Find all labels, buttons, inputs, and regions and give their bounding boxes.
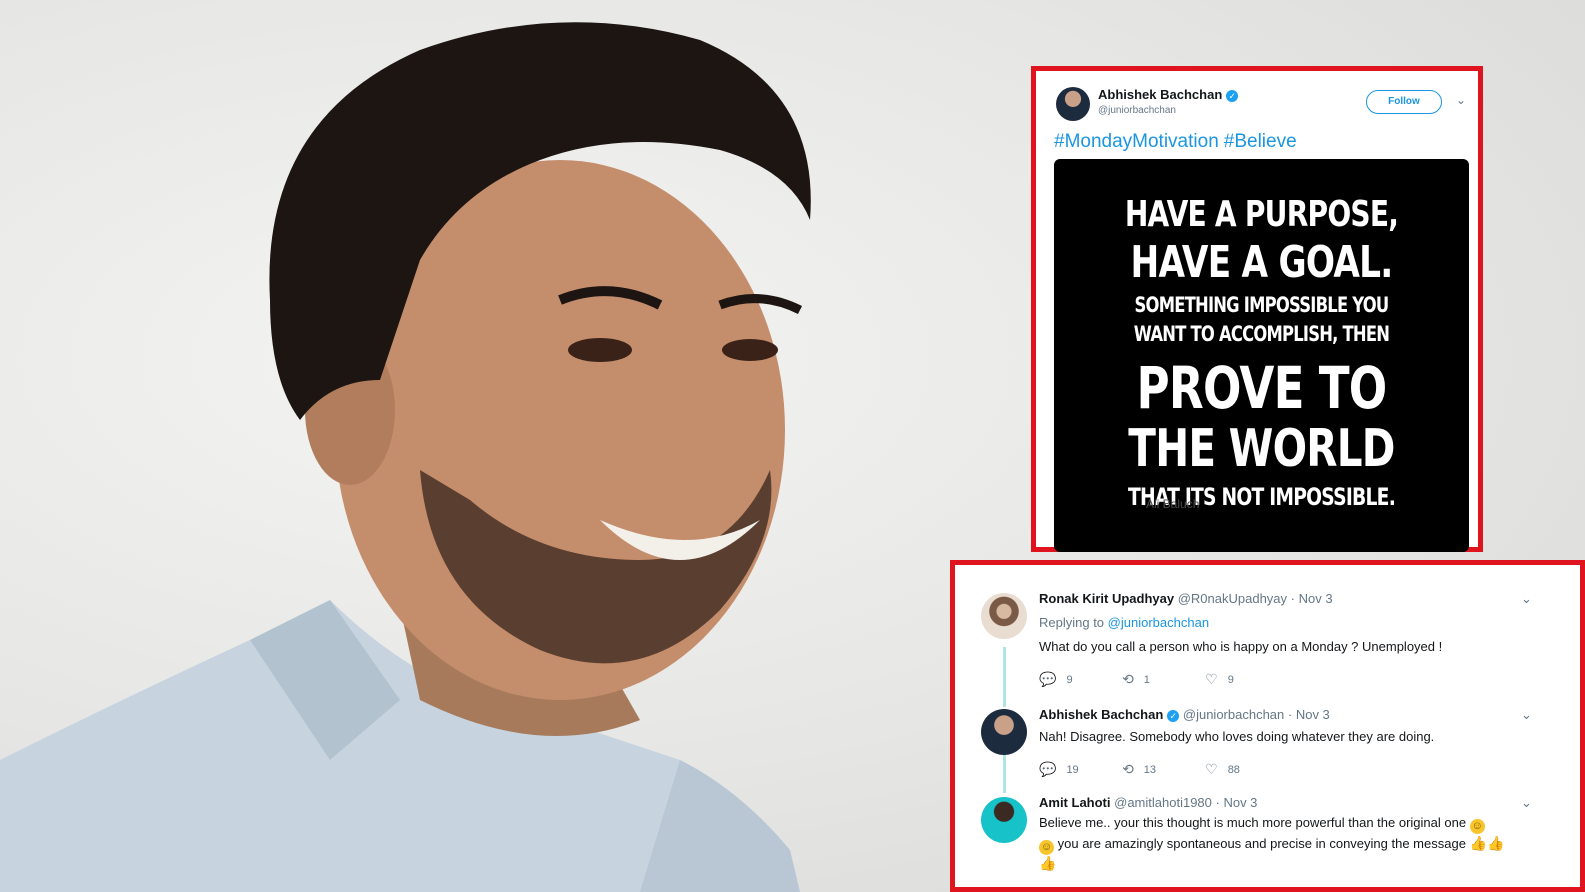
reply-date[interactable]: · Nov 3 [1288, 707, 1330, 722]
thread-line [1003, 755, 1006, 793]
retweet-count: 1 [1143, 674, 1150, 686]
reply-action[interactable]: 💬 9 [1039, 671, 1119, 688]
reply-count: 9 [1066, 674, 1073, 686]
reply-author-name[interactable]: Ronak Kirit Upadhyay [1039, 591, 1174, 606]
heart-icon: ♡ [1205, 761, 1218, 777]
quote-text: HAVE A PURPOSE, HAVE A GOAL. SOMETHING I… [1100, 194, 1424, 510]
follow-button[interactable]: Follow [1366, 90, 1442, 114]
reply-text-line: Believe me.. your this thought is much m… [1039, 815, 1485, 834]
retweet-count: 13 [1143, 764, 1157, 776]
quote-line: SOMETHING IMPOSSIBLE YOU [1134, 293, 1390, 317]
quote-line: WANT TO ACCOMPLISH, THEN [1133, 322, 1390, 346]
smile-emoji-icon: ☺ [1469, 819, 1485, 834]
tweet-card: Abhishek Bachchan ✓ @juniorbachchan Follo… [1031, 66, 1483, 552]
reply-actions: 💬 9 ⟲ 1 ♡ 9 [1039, 671, 1285, 688]
author-handle[interactable]: @juniorbachchan [1098, 105, 1176, 116]
retweet-action[interactable]: ⟲ 13 [1122, 761, 1202, 778]
reply-actions: 💬 19 ⟲ 13 ♡ 88 [1039, 761, 1285, 778]
like-action[interactable]: ♡ 9 [1205, 671, 1285, 688]
reply-avatar[interactable] [981, 797, 1027, 843]
retweet-icon: ⟲ [1122, 671, 1134, 687]
heart-icon: ♡ [1205, 671, 1218, 687]
reply-text-line: ☺ you are amazingly spontaneous and prec… [1039, 835, 1504, 855]
verified-icon: ✓ [1167, 709, 1180, 722]
thumbs-up-icon: 👍 [1039, 855, 1057, 871]
quote-line: HAVE A GOAL. [1130, 237, 1394, 288]
replying-to: Replying to @juniorbachchan [1039, 615, 1209, 630]
reply-count: 19 [1066, 764, 1079, 776]
reply-text-line: 👍 [1039, 855, 1056, 872]
quote-author: Ali Baluch [1146, 497, 1200, 511]
reply-avatar[interactable] [981, 709, 1027, 755]
reply-date[interactable]: · Nov 3 [1216, 795, 1258, 810]
reply-action[interactable]: 💬 19 [1039, 761, 1119, 778]
reply-text: Nah! Disagree. Somebody who loves doing … [1039, 729, 1435, 744]
quote-image[interactable]: HAVE A PURPOSE, HAVE A GOAL. SOMETHING I… [1054, 159, 1469, 552]
replying-to-handle[interactable]: @juniorbachchan [1108, 615, 1209, 630]
chevron-down-icon[interactable]: ⌄ [1521, 707, 1532, 723]
quote-line: HAVE A PURPOSE, [1124, 194, 1399, 235]
author-name[interactable]: Abhishek Bachchan [1098, 87, 1222, 102]
reply-avatar[interactable] [981, 593, 1027, 639]
reply-header: Ronak Kirit Upadhyay @R0nakUpadhyay · No… [1039, 591, 1333, 606]
like-count: 88 [1227, 764, 1240, 776]
chevron-down-icon[interactable]: ⌄ [1521, 591, 1532, 607]
author-avatar[interactable] [1056, 87, 1090, 121]
replies-panel: Ronak Kirit Upadhyay @R0nakUpadhyay · No… [950, 560, 1585, 892]
reply-text: What do you call a person who is happy o… [1039, 639, 1443, 654]
author-name-row[interactable]: Abhishek Bachchan ✓ [1098, 87, 1239, 102]
thumbs-up-icon: 👍👍 [1469, 835, 1505, 851]
replying-to-label: Replying to [1039, 615, 1105, 630]
reply-header: Abhishek Bachchan ✓ @juniorbachchan · Nov… [1039, 707, 1330, 722]
retweet-icon: ⟲ [1122, 761, 1134, 777]
smile-emoji-icon: ☺ [1039, 840, 1054, 855]
chevron-down-icon[interactable]: ⌄ [1521, 795, 1532, 811]
reply-icon: 💬 [1039, 761, 1057, 777]
reply-header: Amit Lahoti @amitlahoti1980 · Nov 3 [1039, 795, 1257, 810]
quote-line: PROVE TO [1136, 354, 1388, 422]
reply-author-name[interactable]: Abhishek Bachchan [1039, 707, 1163, 722]
reply-icon: 💬 [1039, 671, 1057, 687]
chevron-down-icon[interactable]: ⌄ [1456, 93, 1466, 107]
retweet-action[interactable]: ⟲ 1 [1122, 671, 1202, 688]
reply-author-handle[interactable]: @amitlahoti1980 [1114, 795, 1212, 810]
verified-icon: ✓ [1226, 89, 1239, 102]
like-count: 9 [1227, 674, 1234, 686]
hashtag-link[interactable]: #MondayMotivation [1054, 131, 1219, 152]
reply-author-handle[interactable]: @juniorbachchan [1183, 707, 1284, 722]
like-action[interactable]: ♡ 88 [1205, 761, 1285, 778]
quote-line: THE WORLD [1128, 419, 1395, 479]
reply-text: you are amazingly spontaneous and precis… [1057, 836, 1466, 851]
tweet-hashtags: #MondayMotivation #Believe [1054, 131, 1297, 153]
reply-author-handle[interactable]: @R0nakUpadhyay [1178, 591, 1287, 606]
hashtag-link[interactable]: #Believe [1224, 131, 1297, 152]
reply-author-name[interactable]: Amit Lahoti [1039, 795, 1111, 810]
reply-date[interactable]: · Nov 3 [1291, 591, 1333, 606]
reply-text: Believe me.. your this thought is much m… [1039, 815, 1467, 830]
thread-line [1003, 647, 1006, 707]
